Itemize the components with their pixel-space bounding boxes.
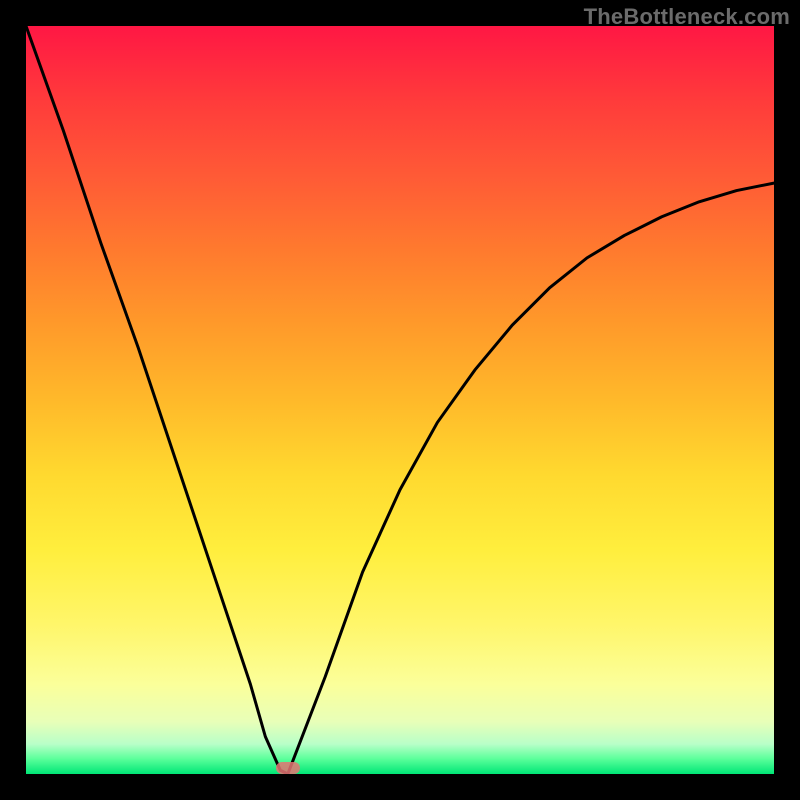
watermark-text: TheBottleneck.com — [584, 4, 790, 30]
chart-frame: TheBottleneck.com — [0, 0, 800, 800]
optimal-marker — [276, 762, 300, 774]
bottleneck-curve — [26, 26, 774, 774]
plot-area — [26, 26, 774, 774]
